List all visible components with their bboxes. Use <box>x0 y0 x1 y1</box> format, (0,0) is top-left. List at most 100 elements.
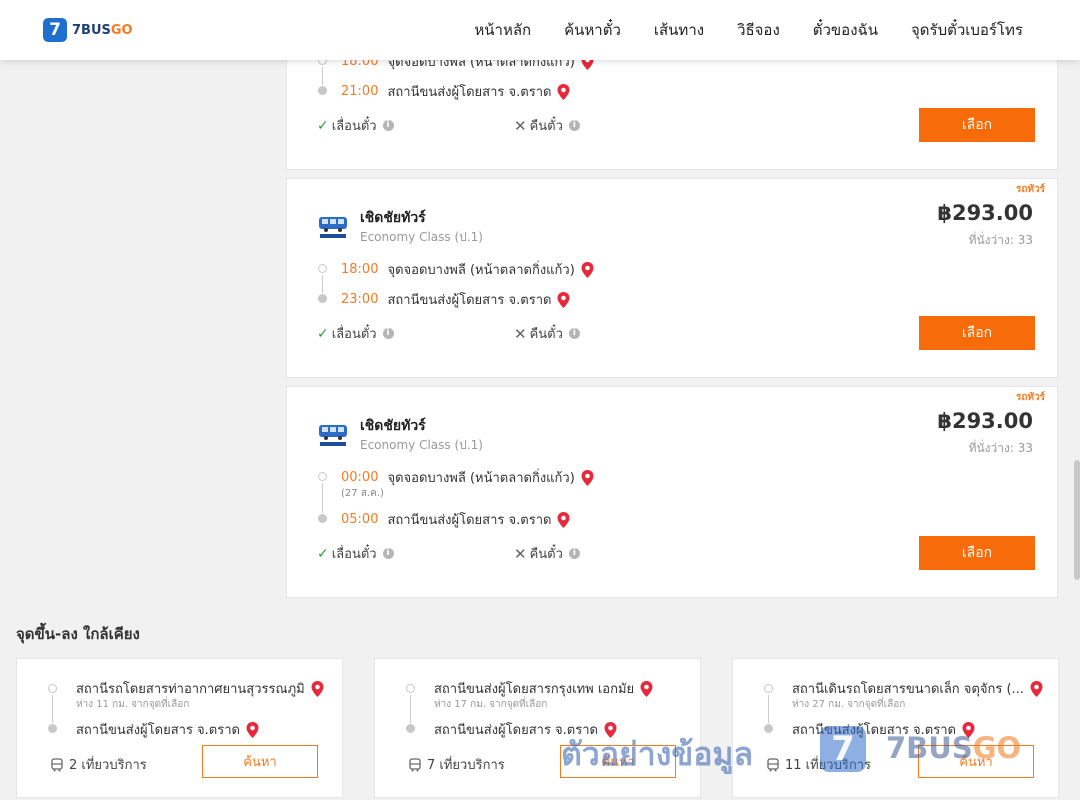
nearby-from-stop: สถานีเดินรถโดยสารขนาดเล็ก จตุจักร (... <box>792 678 1043 699</box>
map-pin-icon[interactable] <box>581 261 594 278</box>
nav-ticket-pickup[interactable]: จุดรับตั๋วเบอร์โทร <box>911 18 1023 42</box>
operator-name: เชิดชัยทัวร์ <box>360 418 426 434</box>
logo-text-go: GO <box>110 22 133 38</box>
route-line <box>322 275 323 293</box>
nearby-from-name: สถานีขนส่งผู้โดยสารกรุงเทพ เอกมัย <box>434 682 635 697</box>
check-icon: ✓ <box>317 117 329 134</box>
trip-card: รถทัวร์ เชิดชัยทัวร์ Economy Class (ป.1)… <box>286 386 1058 598</box>
change-label: เลื่อนตั๋ว <box>331 119 377 134</box>
refund-policy: ✕ คืนตั๋ว i <box>514 543 580 564</box>
change-policy: ✓ เลื่อนตั๋ว i <box>317 115 394 136</box>
route-line <box>52 695 53 723</box>
departure-dot <box>318 264 327 273</box>
select-trip-button[interactable]: เลือก <box>919 536 1035 570</box>
from-dot <box>406 684 415 693</box>
nav-how-to-book[interactable]: วิธีจอง <box>737 18 780 42</box>
trip-count-label: 7 เที่ยวบริการ <box>427 758 505 773</box>
site-logo[interactable]: 7 7BUSGO <box>43 18 133 42</box>
nearby-from-name: สถานีเดินรถโดยสารขนาดเล็ก จตุจักร (... <box>792 682 1024 697</box>
operator-logo-icon <box>319 217 347 238</box>
bus-icon <box>51 757 63 771</box>
bus-icon <box>409 757 421 771</box>
arrival-dot <box>318 86 327 95</box>
from-dot <box>48 684 57 693</box>
info-icon[interactable]: i <box>382 120 394 131</box>
bus-class: Economy Class (ป.1) <box>360 438 483 452</box>
nearby-to-stop: สถานีขนส่งผู้โดยสาร จ.ตราด <box>76 719 259 740</box>
nav-search-ticket[interactable]: ค้นหาตั๋ว <box>564 18 621 42</box>
departure-dot <box>318 472 327 481</box>
operator-logo-icon <box>319 425 347 446</box>
nearby-search-button[interactable]: ค้นหา <box>202 745 318 778</box>
ticket-price: ฿293.00 <box>937 201 1033 225</box>
nearby-from-stop: สถานีขนส่งผู้โดยสารกรุงเทพ เอกมัย <box>434 678 653 699</box>
arrival-time: 23:00 <box>341 292 379 307</box>
to-dot <box>406 724 415 733</box>
info-icon[interactable]: i <box>382 548 394 559</box>
cross-icon: ✕ <box>514 544 527 563</box>
departure-time: 00:00 <box>341 470 379 485</box>
map-pin-icon[interactable] <box>557 83 570 100</box>
nearby-from-name: สถานีรถโดยสารท่าอากาศยานสุวรรณภูมิ <box>76 682 305 697</box>
nearby-distance: ห่าง 17 กม. จากจุดที่เลือก <box>434 699 548 710</box>
change-label: เลื่อนตั๋ว <box>331 547 377 562</box>
map-pin-icon[interactable] <box>246 721 259 738</box>
select-trip-button[interactable]: เลือก <box>919 316 1035 350</box>
map-pin-icon[interactable] <box>557 511 570 528</box>
departure-date: (27 ส.ค.) <box>341 488 384 499</box>
trip-count-label: 2 เที่ยวบริการ <box>69 758 147 773</box>
select-trip-button[interactable]: เลือก <box>919 108 1035 142</box>
nearby-route-card: สถานีเดินรถโดยสารขนาดเล็ก จตุจักร (... ห… <box>732 658 1059 798</box>
arrival-stop: 05:00 สถานีขนส่งผู้โดยสาร จ.ตราด <box>341 509 570 530</box>
nearby-from-stop: สถานีรถโดยสารท่าอากาศยานสุวรรณภูมิ <box>76 678 324 699</box>
route-line <box>768 695 769 723</box>
ticket-price: ฿293.00 <box>937 409 1033 433</box>
arrival-stop: 23:00 สถานีขนส่งผู้โดยสาร จ.ตราด <box>341 289 570 310</box>
nav-home[interactable]: หน้าหลัก <box>474 18 531 42</box>
refund-policy: ✕ คืนตั๋ว i <box>514 115 580 136</box>
map-pin-icon[interactable] <box>640 680 653 697</box>
watermark-brand-main: 7BUS <box>886 731 973 765</box>
refund-policy: ✕ คืนตั๋ว i <box>514 323 580 344</box>
map-pin-icon[interactable] <box>581 469 594 486</box>
arrival-dot <box>318 294 327 303</box>
refund-label: คืนตั๋ว <box>529 119 563 134</box>
arrival-time: 05:00 <box>341 512 379 527</box>
bus-class: Economy Class (ป.1) <box>360 230 483 244</box>
info-icon[interactable]: i <box>382 328 394 339</box>
refund-label: คืนตั๋ว <box>529 327 563 342</box>
check-icon: ✓ <box>317 545 329 562</box>
main-nav: หน้าหลัก ค้นหาตั๋ว เส้นทาง วิธีจอง ตั๋วข… <box>474 0 1023 60</box>
info-icon[interactable]: i <box>568 548 580 559</box>
nav-routes[interactable]: เส้นทาง <box>654 18 704 42</box>
operator-name: เชิดชัยทัวร์ <box>360 210 426 226</box>
watermark-text: ตัวอย่างข้อมูล <box>561 735 754 773</box>
to-dot <box>764 724 773 733</box>
to-dot <box>48 724 57 733</box>
departure-stop-name: จุดจอดบางพลี (หน้าตลาดกิ่งแก้ว) <box>387 263 575 278</box>
info-icon[interactable]: i <box>568 328 580 339</box>
watermark-brand-go: GO <box>972 731 1022 765</box>
arrival-stop-name: สถานีขนส่งผู้โดยสาร จ.ตราด <box>387 293 552 308</box>
nearby-distance: ห่าง 11 กม. จากจุดที่เลือก <box>76 699 190 710</box>
nav-my-tickets[interactable]: ตั๋วของฉัน <box>813 18 878 42</box>
check-icon: ✓ <box>317 325 329 342</box>
info-icon[interactable]: i <box>568 120 580 131</box>
arrival-time: 21:00 <box>341 84 379 99</box>
from-dot <box>764 684 773 693</box>
map-pin-icon[interactable] <box>557 291 570 308</box>
map-pin-icon[interactable] <box>1030 680 1043 697</box>
trip-card: รถทัวร์ เชิดชัยทัวร์ Economy Class (ป.1)… <box>286 178 1058 378</box>
change-policy: ✓ เลื่อนตั๋ว i <box>317 543 394 564</box>
logo-badge: 7 <box>43 18 67 42</box>
top-header: 7 7BUSGO หน้าหลัก ค้นหาตั๋ว เส้นทาง วิธี… <box>0 0 1080 60</box>
nearby-to-name: สถานีขนส่งผู้โดยสาร จ.ตราด <box>76 723 240 738</box>
bus-icon <box>767 757 779 771</box>
arrival-dot <box>318 514 327 523</box>
nearby-section-title: จุดขึ้น-ลง ใกล้เคียง <box>16 625 140 643</box>
arrival-stop: 21:00 สถานีขนส่งผู้โดยสาร จ.ตราด <box>341 81 570 102</box>
map-pin-icon[interactable] <box>311 680 324 697</box>
arrival-stop-name: สถานีขนส่งผู้โดยสาร จ.ตราด <box>387 85 552 100</box>
page-scrollbar[interactable] <box>1074 460 1080 580</box>
seats-available: ที่นั่งว่าง: 33 <box>968 233 1033 247</box>
